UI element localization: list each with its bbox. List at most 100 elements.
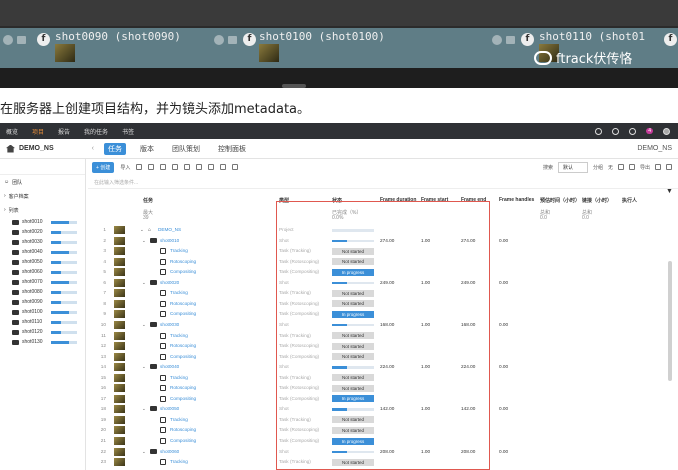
- sidebar-shot-item[interactable]: shot0050: [0, 257, 85, 267]
- nav-overview[interactable]: 概览: [6, 127, 18, 136]
- trash-icon[interactable]: [184, 164, 191, 170]
- status-badge[interactable]: In progress: [332, 395, 374, 403]
- row-name[interactable]: Tracking: [170, 248, 188, 253]
- cell-frame-start[interactable]: 1.00: [421, 322, 430, 327]
- ftrack-badge-icon[interactable]: f: [521, 33, 534, 46]
- sidebar-shot-item[interactable]: shot0060: [0, 267, 85, 277]
- cell-frame-end[interactable]: 274.00: [461, 238, 475, 243]
- row-name[interactable]: Rotoscoping: [170, 301, 196, 306]
- table-row[interactable]: 7 Tracking Task (Tracking) Not started: [88, 288, 678, 299]
- nav-reports[interactable]: 报告: [58, 127, 70, 136]
- table-row[interactable]: 14 ⌄ shot0040 Shot 224.00 1.00 224.00 0.00: [88, 362, 678, 373]
- col-bid[interactable]: 预估时间（小时）: [540, 197, 580, 204]
- resize-handle[interactable]: [282, 84, 306, 88]
- status-badge[interactable]: Not started: [332, 416, 374, 424]
- grid-view-icon[interactable]: [232, 164, 239, 170]
- status-badge[interactable]: Not started: [332, 426, 374, 434]
- row-name[interactable]: Compositing: [170, 354, 196, 359]
- project-menu[interactable]: DEMO_NS: [637, 145, 678, 152]
- sidebar-shot-item[interactable]: shot0030: [0, 237, 85, 247]
- row-name[interactable]: Compositing: [170, 269, 196, 274]
- expand-chevron-icon[interactable]: ⌄: [142, 449, 146, 455]
- col-frame-handles[interactable]: Frame handles: [499, 197, 534, 203]
- status-badge[interactable]: Not started: [332, 332, 374, 339]
- table-row[interactable]: 5 Compositing Task (Compositing) In progres…: [88, 267, 678, 278]
- calendar-icon[interactable]: [220, 164, 227, 170]
- cell-frame-duration[interactable]: 249.00: [380, 280, 394, 285]
- table-row[interactable]: 12 Rotoscoping Task (Rotoscoping) Not start…: [88, 341, 678, 352]
- row-name[interactable]: Tracking: [170, 333, 188, 338]
- ftrack-badge-icon[interactable]: f: [664, 33, 677, 46]
- row-name[interactable]: Tracking: [170, 375, 188, 380]
- table-row[interactable]: 16 Rotoscoping Task (Rotoscoping) Not start…: [88, 383, 678, 394]
- cell-frame-start[interactable]: 1.00: [421, 364, 430, 369]
- row-name[interactable]: shot0030: [160, 322, 179, 327]
- expand-chevron-icon[interactable]: ⌄: [142, 280, 146, 286]
- table-row[interactable]: 20 Rotoscoping Task (Rotoscoping) Not start…: [88, 425, 678, 436]
- sync-icon[interactable]: [612, 127, 620, 135]
- table-row[interactable]: 8 Rotoscoping Task (Rotoscoping) Not starte…: [88, 299, 678, 310]
- sidebar-shot-item[interactable]: shot0040: [0, 247, 85, 257]
- list-icon[interactable]: [208, 164, 215, 170]
- col-frame-end[interactable]: Frame end: [461, 197, 486, 203]
- create-button[interactable]: + 创建: [92, 161, 115, 173]
- columns-icon[interactable]: [617, 164, 624, 170]
- save-icon[interactable]: [148, 164, 155, 170]
- cell-frame-start[interactable]: 1.00: [421, 238, 430, 243]
- table-row[interactable]: 22 ⌄ shot0060 Shot 208.00 1.00 208.00 0.00: [88, 447, 678, 458]
- sidebar-search[interactable]: [0, 159, 85, 175]
- status-badge[interactable]: Not started: [332, 342, 374, 350]
- table-row[interactable]: 13 Compositing Task (Compositing) Not start…: [88, 352, 678, 363]
- table-row[interactable]: 11 Tracking Task (Tracking) Not started: [88, 331, 678, 342]
- redo-icon[interactable]: [172, 164, 179, 170]
- project-name[interactable]: DEMO_NS: [19, 145, 54, 152]
- filter-input[interactable]: 在此输入筛选条件...: [88, 175, 678, 189]
- cell-frame-duration[interactable]: 142.00: [380, 406, 394, 411]
- view-select[interactable]: 默认: [557, 161, 588, 173]
- sidebar-shot-item[interactable]: shot0120: [0, 327, 85, 337]
- expand-chevron-icon[interactable]: ⌄: [140, 227, 144, 233]
- row-name[interactable]: DEMO_NS: [158, 227, 181, 232]
- import-button[interactable]: 导入: [120, 164, 130, 171]
- tab-versions[interactable]: 版本: [136, 143, 158, 155]
- col-assignee[interactable]: 执行人: [622, 197, 637, 204]
- expand-chevron-icon[interactable]: ⌄: [142, 322, 146, 328]
- tab-team-planning[interactable]: 团队策划: [168, 143, 204, 155]
- row-name[interactable]: Compositing: [170, 438, 196, 443]
- cell-frame-end[interactable]: 208.00: [461, 449, 475, 454]
- status-badge[interactable]: Not started: [332, 247, 374, 255]
- status-badge[interactable]: Not started: [332, 289, 374, 297]
- col-type[interactable]: 类型: [279, 197, 289, 204]
- cell-frame-start[interactable]: 1.00: [421, 406, 430, 411]
- collapse-chevron-icon[interactable]: ‹: [92, 145, 94, 152]
- cell-frame-handles[interactable]: 0.00: [499, 280, 508, 285]
- nav-projects[interactable]: 项目: [32, 127, 44, 136]
- row-name[interactable]: Compositing: [170, 311, 196, 316]
- table-row[interactable]: 15 Tracking Task (Tracking) Not started: [88, 373, 678, 384]
- col-worked[interactable]: 链接（小时）: [582, 197, 612, 204]
- row-name[interactable]: Tracking: [170, 417, 188, 422]
- table-row[interactable]: 10 ⌄ shot0030 Shot 168.00 1.00 168.00 0.00: [88, 320, 678, 331]
- home-icon[interactable]: [6, 144, 15, 153]
- cell-frame-end[interactable]: 224.00: [461, 364, 475, 369]
- status-badge[interactable]: Not started: [332, 374, 374, 382]
- cell-frame-handles[interactable]: 0.00: [499, 364, 508, 369]
- cell-frame-handles[interactable]: 0.00: [499, 322, 508, 327]
- row-name[interactable]: Tracking: [170, 459, 188, 464]
- expand-chevron-icon[interactable]: ⌄: [142, 364, 146, 370]
- sidebar-shot-item[interactable]: shot0080: [0, 287, 85, 297]
- sidebar-shot-item[interactable]: shot0090: [0, 297, 85, 307]
- sidebar-shot-item[interactable]: shot0110: [0, 317, 85, 327]
- cell-frame-duration[interactable]: 208.00: [380, 449, 394, 454]
- table-row[interactable]: 2 ⌄ shot0010 Shot 274.00 1.00 274.00 0.00: [88, 236, 678, 247]
- sidebar-item-clients[interactable]: › 客户档案: [0, 189, 85, 203]
- ftrack-badge-icon[interactable]: f: [37, 33, 50, 46]
- cell-frame-duration[interactable]: 224.00: [380, 364, 394, 369]
- col-frame-start[interactable]: Frame start: [421, 197, 448, 203]
- row-name[interactable]: Rotoscoping: [170, 385, 196, 390]
- sidebar-shot-item[interactable]: shot0100: [0, 307, 85, 317]
- row-name[interactable]: shot0010: [160, 238, 179, 243]
- status-badge[interactable]: In progress: [332, 310, 374, 318]
- sidebar-item-lists[interactable]: › 列表: [0, 203, 85, 217]
- sidebar-shot-item[interactable]: shot0020: [0, 227, 85, 237]
